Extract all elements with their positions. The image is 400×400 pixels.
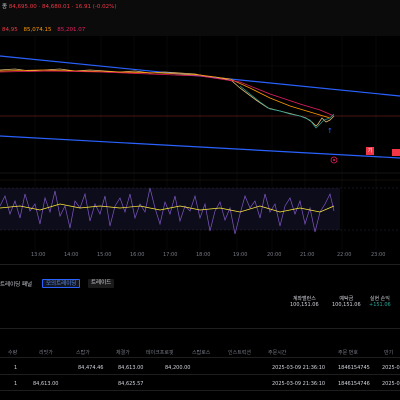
time-tick: 21:00 — [300, 252, 315, 258]
cell-fill: 84,625.57 — [118, 381, 144, 387]
time-tick: 22:00 — [337, 252, 352, 258]
time-axis[interactable]: 13:00 14:00 15:00 16:00 17:00 18:00 19:0… — [0, 250, 400, 262]
time-tick: 14:00 — [64, 252, 79, 258]
col-header-order-id: 주문 번호 — [338, 350, 358, 356]
ohlc-values: 84,695.00 · 84,680.01 · 16.91 (-0.02%) — [8, 4, 117, 10]
realized-pnl-value: +151.06 — [369, 302, 391, 308]
price-chart[interactable]: ↑ 기 — [0, 36, 400, 262]
col-header-qty: 수량 — [8, 350, 18, 356]
price-flag: 기 — [366, 147, 374, 155]
account-balance-stat: 계좌밸런스 100,151.06 — [290, 296, 319, 308]
table-row-divider — [0, 390, 400, 391]
buy-marker-icon: ↑ — [327, 127, 333, 135]
ma-value-2: 85,074.15 — [23, 27, 52, 33]
time-tick: 17:00 — [163, 252, 178, 258]
cell-expiry: 2025-0 — [382, 365, 400, 371]
col-header-limit: 리밋가 — [39, 350, 53, 356]
cell-order-id: 1846154746 — [338, 381, 370, 387]
cell-take-profit: 84,200.00 — [165, 365, 191, 371]
deposit-value: 100,151.06 — [332, 302, 361, 308]
cell-order-time: 2025-03-09 21:36:10 — [272, 381, 326, 387]
ohlc-readout: 종 84,695.00 · 84,680.01 · 16.91 (-0.02%) — [2, 2, 117, 10]
panel-title: 트레이딩 패널 — [0, 282, 33, 288]
deposit-stat: 예탁금 100,151.06 — [332, 296, 361, 308]
cell-stop: 84,474.46 — [78, 365, 104, 371]
price-chart-canvas[interactable]: ↑ — [0, 36, 400, 262]
price-axis-marker — [392, 149, 400, 156]
col-header-stop: 스탑가 — [76, 350, 90, 356]
cell-expiry: 2025-0 — [382, 381, 400, 387]
event-marker-dot — [333, 159, 335, 161]
ma-value-3: 85,201.07 — [57, 27, 86, 33]
table-row[interactable]: 1 84,613.00 84,625.57 2025-03-09 21:36:1… — [0, 379, 400, 389]
cell-qty: 1 — [14, 365, 18, 371]
time-tick: 18:00 — [196, 252, 211, 258]
col-header-order-time: 주문시간 — [268, 350, 287, 356]
account-balance-value: 100,151.06 — [290, 302, 319, 308]
cell-limit: 84,613.00 — [33, 381, 59, 387]
cell-order-time: 2025-03-09 21:36:10 — [272, 365, 326, 371]
time-tick: 23:00 — [371, 252, 386, 258]
col-header-take-profit: 테이크프로핏 — [146, 350, 174, 356]
col-header-stop-loss: 스탑로스 — [192, 350, 211, 356]
trading-panel: 트레이딩 패널 모의트레이딩 트레이드 계좌밸런스 100,151.06 예탁금… — [0, 265, 400, 400]
orders-table-header: 수량 리밋가 스탑가 체결가 테이크프로핏 스탑로스 인스트럭션 주문시간 주문… — [0, 347, 400, 357]
tab-paper-trading[interactable]: 모의트레이딩 — [42, 279, 81, 288]
tab-trade[interactable]: 트레이드 — [88, 279, 115, 288]
chart-header: 종 84,695.00 · 84,680.01 · 16.91 (-0.02%)… — [0, 0, 400, 36]
table-row-divider — [0, 374, 400, 375]
time-tick: 16:00 — [130, 252, 145, 258]
moving-average-readout: 84,95 85,074.15 85,201.07 — [2, 27, 89, 33]
symbol-prefix: 종 — [2, 4, 8, 10]
time-tick: 19:00 — [233, 252, 248, 258]
ma-value-1: 84,95 — [2, 27, 18, 33]
table-row-divider — [0, 357, 400, 358]
cell-order-id: 1846154745 — [338, 365, 370, 371]
table-divider — [0, 328, 400, 329]
realized-pnl-stat: 실현 손익 +151.06 — [369, 296, 391, 308]
cell-qty: 1 — [14, 381, 18, 387]
col-header-expiry: 만기 — [384, 350, 394, 356]
table-row[interactable]: 1 84,474.46 84,613.00 84,200.00 2025-03-… — [0, 363, 400, 373]
time-tick: 15:00 — [97, 252, 112, 258]
time-tick: 20:00 — [267, 252, 282, 258]
cell-fill: 84,613.00 — [118, 365, 144, 371]
time-tick: 13:00 — [31, 252, 46, 258]
col-header-fill: 체결가 — [116, 350, 130, 356]
col-header-instruction: 인스트럭션 — [228, 350, 252, 356]
